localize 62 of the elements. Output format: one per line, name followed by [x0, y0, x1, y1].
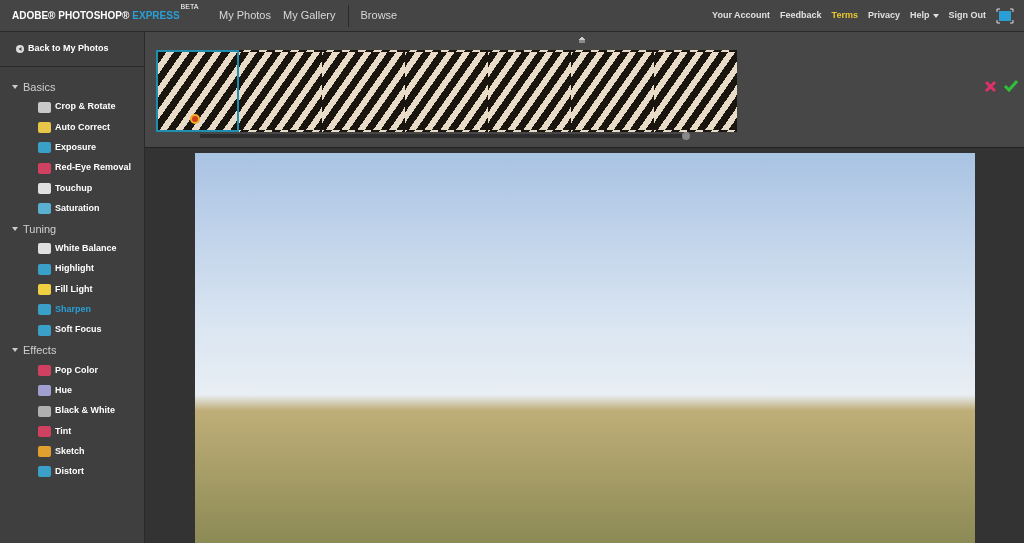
collapse-handle-icon[interactable]	[578, 37, 586, 43]
tool-icon	[38, 466, 51, 478]
caret-icon	[932, 13, 939, 18]
tool-icon	[38, 101, 51, 113]
account-link[interactable]: Help	[910, 8, 939, 23]
tool-icon	[38, 385, 51, 397]
badge-icon	[190, 114, 200, 124]
tool-item[interactable]: Highlight	[55, 262, 94, 276]
account-link[interactable]: Privacy	[867, 8, 900, 23]
expand-caret-icon[interactable]	[12, 225, 18, 232]
tool-item[interactable]: Hue	[55, 383, 72, 398]
tool-item[interactable]: White Balance	[55, 242, 117, 256]
tool-icon	[38, 203, 51, 215]
tool-item[interactable]: Exposure	[55, 141, 96, 155]
account-link[interactable]: Feedback	[780, 8, 822, 23]
tool-icon	[38, 364, 51, 376]
back-arrow-icon	[16, 45, 24, 53]
section-title[interactable]: Basics	[23, 78, 56, 96]
tool-icon	[38, 446, 51, 458]
tool-item[interactable]: Auto Correct	[55, 120, 110, 135]
tool-item[interactable]: Tint	[55, 424, 72, 439]
tool-icon	[38, 121, 51, 133]
account-link[interactable]: Sign Out	[948, 8, 986, 23]
tool-icon	[38, 243, 51, 255]
tool-icon	[38, 142, 51, 154]
section-title[interactable]: Effects	[23, 342, 57, 359]
tool-icon	[38, 182, 51, 194]
zebra-thumbnail[interactable]	[156, 50, 239, 132]
tool-item[interactable]: Sketch	[55, 444, 85, 459]
brand-name: ADOBE® PHOTOSHOP®	[12, 9, 130, 23]
tool-item[interactable]: Red-Eye Removal	[55, 161, 132, 175]
confirm-icon[interactable]	[1003, 79, 1019, 93]
zebra-thumbnail[interactable]	[654, 50, 737, 132]
tool-icon	[38, 263, 51, 275]
expand-caret-icon[interactable]	[12, 347, 18, 354]
nav-link[interactable]: Browse	[360, 7, 398, 24]
back-link[interactable]: Back to My Photos	[28, 42, 109, 56]
expand-caret-icon[interactable]	[12, 84, 18, 90]
tool-item[interactable]: Distort	[55, 465, 84, 479]
fullscreen-icon[interactable]	[996, 7, 1014, 24]
tool-item[interactable]: Pop Color	[55, 363, 98, 378]
tool-icon	[38, 324, 51, 336]
scroll-thumb[interactable]	[682, 132, 690, 140]
tool-icon	[38, 162, 51, 174]
tool-icon	[38, 284, 51, 295]
tool-item[interactable]: Crop & Rotate	[55, 100, 116, 114]
brand-product: EXPRESS	[132, 9, 180, 23]
tool-item[interactable]: Touchup	[55, 181, 93, 196]
section-title[interactable]: Tuning	[23, 220, 57, 238]
tool-icon	[38, 425, 51, 437]
tool-item[interactable]: Sharpen	[55, 303, 91, 317]
account-link[interactable]: Your Account	[712, 8, 771, 23]
nav-link[interactable]: My Photos	[219, 7, 271, 24]
tool-item[interactable]: Saturation	[55, 201, 100, 216]
tool-item[interactable]: Soft Focus	[55, 323, 102, 337]
account-link[interactable]: Terms	[831, 8, 858, 23]
tool-item[interactable]: Black & White	[55, 404, 115, 418]
tool-item[interactable]: Fill Light	[55, 282, 93, 297]
tool-icon	[38, 304, 51, 316]
tool-icon	[38, 405, 51, 417]
zebra-thumbnail[interactable]	[239, 50, 322, 132]
nav-link[interactable]: My Gallery	[282, 7, 336, 24]
